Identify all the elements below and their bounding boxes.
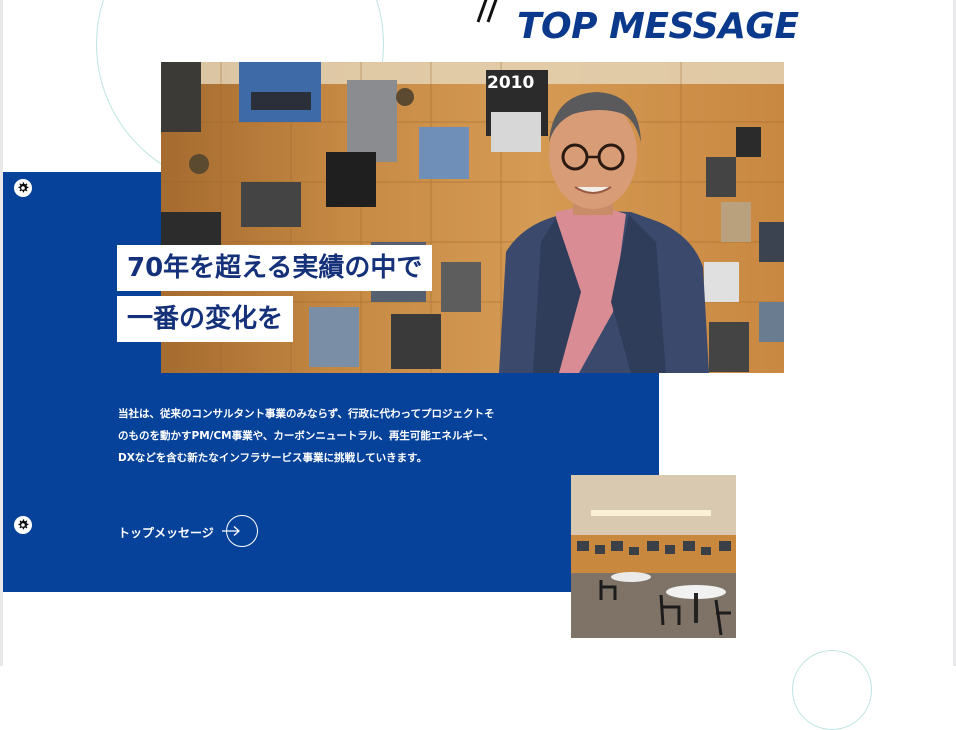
gear-icon[interactable] [14,516,32,534]
top-message-link[interactable]: トップメッセージ [118,515,268,549]
top-message-link-label: トップメッセージ [118,525,214,540]
arrow-right-icon [222,526,240,536]
slash-mark-icon [476,0,498,23]
message-body-text: 当社は、従来のコンサルタント事業のみならず、行政に代わってプロジェクトそのものを… [118,408,495,464]
headline-line-1: 70年を超える実績の中で [117,245,433,291]
section-heading: TOP MESSAGE [517,6,799,47]
headline-line-2: 一番の変化を [117,296,294,342]
gear-icon[interactable] [14,179,32,197]
room-photo [571,475,736,638]
decorative-circle-bottom [792,650,872,730]
